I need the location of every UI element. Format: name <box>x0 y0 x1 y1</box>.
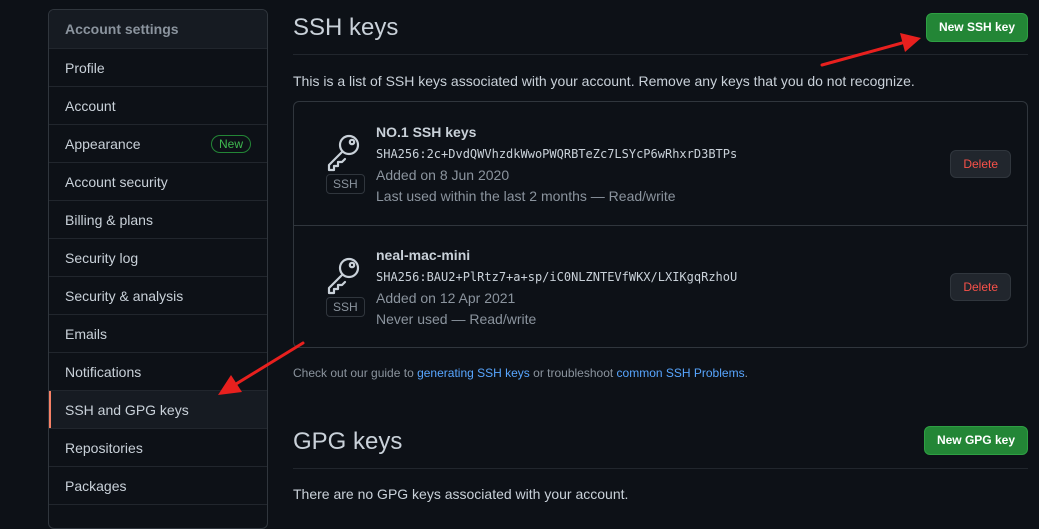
gpg-section-header: GPG keys New GPG key <box>293 414 1028 469</box>
ssh-key-fingerprint: SHA256:2c+DvdQWVhzdkWwoPWQRBTeZc7LSYcP6w… <box>376 147 738 161</box>
sidebar-item-account[interactable]: Account <box>49 87 267 125</box>
ssh-key-added-date: Added on 12 Apr 2021 <box>376 290 516 306</box>
ssh-key-item: SSH NO.1 SSH keys SHA256:2c+DvdQWVhzdkWw… <box>294 102 1027 226</box>
delete-ssh-key-button[interactable]: Delete <box>950 150 1011 178</box>
delete-ssh-key-button[interactable]: Delete <box>950 273 1011 301</box>
sidebar-item-emails[interactable]: Emails <box>49 315 267 353</box>
sidebar-header: Account settings <box>49 10 267 49</box>
ssh-key-added-date: Added on 8 Jun 2020 <box>376 167 510 183</box>
settings-sidebar: Account settings Profile Account Appeara… <box>48 9 268 529</box>
guide-suffix: . <box>744 366 748 380</box>
ssh-section-header: SSH keys New SSH key <box>293 0 1028 55</box>
sidebar-item-security-log[interactable]: Security log <box>49 239 267 277</box>
ssh-key-title: neal-mac-mini <box>376 247 471 263</box>
guide-prefix: Check out our guide to <box>293 366 418 380</box>
ssh-type-label: SSH <box>326 174 365 194</box>
sidebar-item-account-security[interactable]: Account security <box>49 163 267 201</box>
generating-ssh-keys-link[interactable]: generating SSH keys <box>417 366 530 380</box>
ssh-intro-text: This is a list of SSH keys associated wi… <box>293 73 915 89</box>
ssh-type-label: SSH <box>326 297 365 317</box>
sidebar-item-notifications[interactable]: Notifications <box>49 353 267 391</box>
ssh-key-last-used: Last used within the last 2 months — Rea… <box>376 188 676 204</box>
sidebar-item-profile[interactable]: Profile <box>49 49 267 87</box>
sidebar-item-billing[interactable]: Billing & plans <box>49 201 267 239</box>
new-badge: New <box>210 135 251 153</box>
sidebar-item-label: Appearance <box>65 136 141 152</box>
key-icon <box>327 134 360 172</box>
gpg-empty-text: There are no GPG keys associated with yo… <box>293 486 629 502</box>
ssh-keys-list: SSH NO.1 SSH keys SHA256:2c+DvdQWVhzdkWw… <box>293 101 1028 348</box>
sidebar-item-appearance[interactable]: Appearance New <box>49 125 267 163</box>
new-gpg-key-button[interactable]: New GPG key <box>923 426 1028 455</box>
ssh-key-title: NO.1 SSH keys <box>376 124 477 140</box>
sidebar-item-ssh-gpg-keys[interactable]: SSH and GPG keys <box>49 391 267 429</box>
sidebar-item-security-analysis[interactable]: Security & analysis <box>49 277 267 315</box>
new-ssh-key-button[interactable]: New SSH key <box>925 13 1028 42</box>
ssh-key-fingerprint: SHA256:BAU2+PlRtz7+a+sp/iC0NLZNTEVfWKX/L… <box>376 270 738 284</box>
ssh-keys-title: SSH keys <box>293 14 399 41</box>
gpg-keys-title: GPG keys <box>293 428 403 455</box>
ssh-key-last-used: Never used — Read/write <box>376 311 537 327</box>
guide-middle: or troubleshoot <box>529 366 617 380</box>
common-ssh-problems-link[interactable]: common SSH Problems <box>617 366 745 380</box>
ssh-key-item: SSH neal-mac-mini SHA256:BAU2+PlRtz7+a+s… <box>294 225 1027 348</box>
sidebar-item-packages[interactable]: Packages <box>49 467 267 505</box>
sidebar-item-repositories[interactable]: Repositories <box>49 429 267 467</box>
ssh-guide-text: Check out our guide to generating SSH ke… <box>293 366 748 380</box>
key-icon <box>327 257 360 295</box>
